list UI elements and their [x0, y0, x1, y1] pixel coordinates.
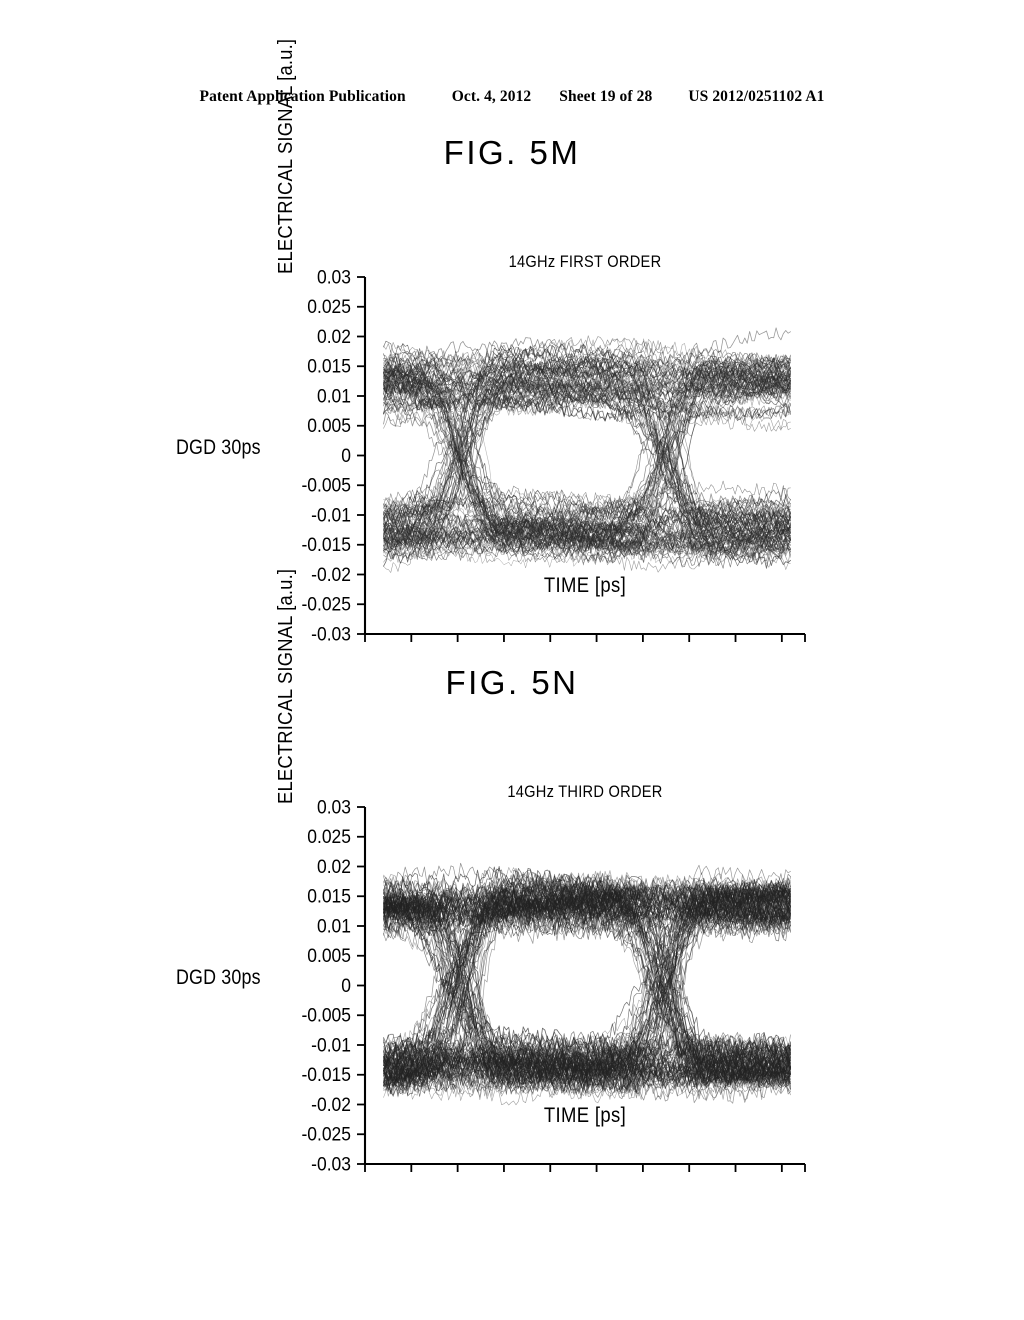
y-tick-label: -0.01 [311, 1034, 351, 1056]
figure-5n-chart: 14GHz THIRD ORDER DGD 30ps ELECTRICAL SI… [0, 569, 1024, 1174]
y-tick-label: -0.03 [311, 1153, 351, 1174]
figure-5m: FIG. 5M 14GHz FIRST ORDER DGD 30ps ELECT… [0, 39, 1024, 644]
y-tick-label: -0.025 [301, 593, 351, 615]
header-document-number: US 2012/0251102 A1 [688, 88, 825, 105]
y-tick-label: 0.005 [307, 945, 351, 967]
y-tick-label: 0.01 [317, 915, 351, 937]
y-tick-label: -0.015 [301, 1064, 351, 1086]
y-tick-label: -0.03 [311, 623, 351, 644]
figure-5n-title: FIG. 5N [445, 664, 579, 701]
y-tick-label: -0.02 [311, 1093, 351, 1115]
header-sheet: Sheet 19 of 28 [559, 88, 653, 105]
header-publication: Patent Application Publication [199, 88, 406, 105]
figure-5n: FIG. 5N 14GHz THIRD ORDER DGD 30ps ELECT… [0, 569, 1024, 1174]
figure-5m-title: FIG. 5M [443, 134, 581, 171]
y-tick-label: 0.015 [307, 885, 351, 907]
figure-5m-x-axis-title: TIME [ps] [543, 574, 627, 597]
page-header: Patent Application Publication Oct. 4, 2… [0, 88, 1024, 106]
y-tick-label: 0.02 [317, 855, 351, 877]
y-tick-label: -0.005 [301, 1004, 351, 1026]
eye-diagram-traces [383, 327, 791, 573]
y-tick-label: -0.005 [301, 474, 351, 496]
y-tick-label: 0.005 [307, 415, 351, 437]
y-tick-label: 0.025 [307, 826, 351, 848]
eye-diagram-traces [383, 862, 791, 1106]
y-tick-label: 0.03 [317, 796, 351, 818]
y-tick-label: -0.01 [311, 504, 351, 526]
y-tick-label: -0.015 [301, 534, 351, 556]
y-tick-label: -0.025 [301, 1123, 351, 1145]
y-tick-label: 0.025 [307, 296, 351, 318]
y-tick-label: -0.02 [311, 563, 351, 585]
y-tick-label: 0.03 [317, 266, 351, 288]
figure-5n-x-axis-title: TIME [ps] [543, 1104, 627, 1127]
y-tick-label: 0 [341, 974, 351, 996]
y-tick-label: 0 [341, 444, 351, 466]
y-tick-label: 0.015 [307, 355, 351, 377]
y-tick-label: 0.02 [317, 325, 351, 347]
figure-5m-chart: 14GHz FIRST ORDER DGD 30ps ELECTRICAL SI… [0, 39, 1024, 644]
header-date: Oct. 4, 2012 [451, 88, 532, 105]
y-tick-label: 0.01 [317, 385, 351, 407]
